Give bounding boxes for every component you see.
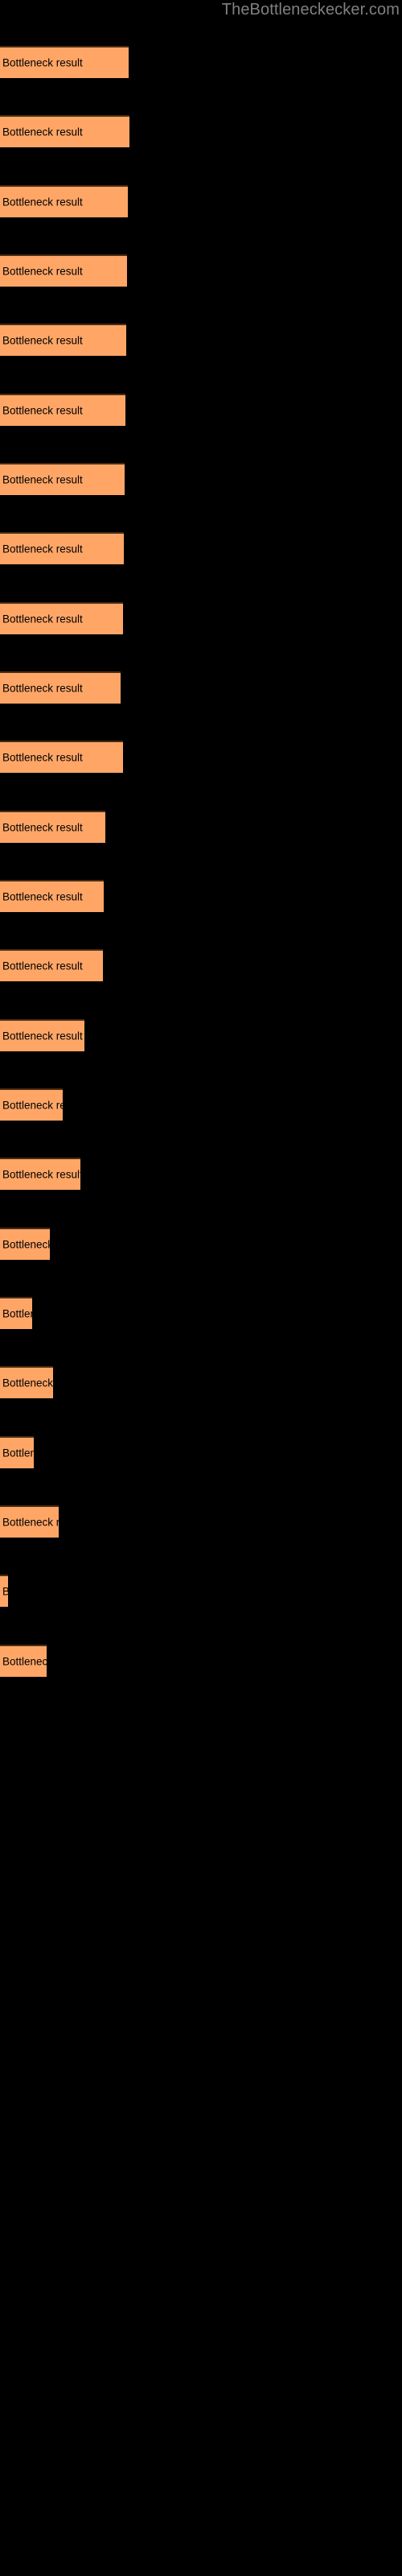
bar-row: Bottleneck result [0, 1158, 80, 1190]
bar-label: Bottleneck result [2, 890, 83, 903]
bar-row: Bottleneck result [0, 1297, 32, 1329]
result-bar[interactable]: Bottleneck result [0, 1645, 47, 1677]
bar-clip: Bottleneck result [0, 1366, 53, 1398]
result-bar[interactable]: Bottleneck result [0, 1575, 8, 1607]
result-bar[interactable]: Bottleneck result [0, 602, 123, 634]
bar-label: Bottleneck result [2, 543, 83, 555]
bar-row: Bottleneck result [0, 532, 124, 564]
result-bar[interactable]: Bottleneck result [0, 1297, 32, 1329]
bar-row: Bottleneck result [0, 115, 129, 147]
bar-row: Bottleneck result [0, 880, 104, 912]
bar-row: Bottleneck result [0, 324, 126, 356]
bar-clip: Bottleneck result [0, 1297, 32, 1329]
result-bar[interactable]: Bottleneck result [0, 1436, 34, 1468]
result-bar[interactable]: Bottleneck result [0, 394, 125, 426]
result-bar[interactable]: Bottleneck result [0, 115, 129, 147]
bar-label: Bottleneck result [2, 682, 83, 695]
result-bar[interactable]: Bottleneck result [0, 185, 128, 217]
bar-clip: Bottleneck result [0, 1228, 50, 1260]
bar-clip: Bottleneck result [0, 1019, 84, 1051]
result-bar[interactable]: Bottleneck result [0, 254, 127, 287]
result-bar[interactable]: Bottleneck result [0, 324, 126, 356]
result-bar[interactable]: Bottleneck result [0, 1505, 59, 1538]
result-bar[interactable]: Bottleneck result [0, 46, 129, 78]
bar-label: Bottleneck result [2, 1307, 32, 1320]
bar-label: Bottleneck result [2, 1099, 63, 1112]
bar-clip: Bottleneck result [0, 949, 103, 981]
bar-row: Bottleneck result [0, 1088, 63, 1121]
bar-row: Bottleneck result [0, 254, 127, 287]
bar-label: Bottleneck result [2, 56, 83, 69]
bar-clip: Bottleneck result [0, 880, 104, 912]
bar-clip: Bottleneck result [0, 115, 129, 147]
bar-label: Bottleneck result [2, 1585, 8, 1598]
bar-clip: Bottleneck result [0, 741, 123, 773]
bar-row: Bottleneck result [0, 1436, 34, 1468]
bar-row: Bottleneck result [0, 463, 125, 495]
bar-label: Bottleneck result [2, 1030, 83, 1042]
bar-label: Bottleneck result [2, 751, 83, 764]
bar-label: Bottleneck result [2, 613, 83, 625]
bar-label: Bottleneck result [2, 1516, 59, 1529]
result-bar[interactable]: Bottleneck result [0, 1019, 84, 1051]
bottleneck-results-chart: Bottleneck result Bottleneck result Bottle… [0, 0, 402, 2576]
bar-clip: Bottleneck result [0, 254, 127, 287]
bar-label: Bottleneck result [2, 334, 83, 347]
bar-label: Bottleneck result [2, 1447, 34, 1459]
result-bar[interactable]: Bottleneck result [0, 532, 124, 564]
bar-row: Bottleneck result [0, 1366, 53, 1398]
bar-label: Bottleneck result [2, 1238, 50, 1251]
result-bar[interactable]: Bottleneck result [0, 1158, 80, 1190]
bar-clip: Bottleneck result [0, 1436, 34, 1468]
bar-row: Bottleneck result [0, 949, 103, 981]
result-bar[interactable]: Bottleneck result [0, 1366, 53, 1398]
result-bar[interactable]: Bottleneck result [0, 671, 121, 704]
bar-clip: Bottleneck result [0, 1645, 47, 1677]
bar-row: Bottleneck result [0, 1505, 59, 1538]
bar-label: Bottleneck result [2, 960, 83, 972]
bar-row: Bottleneck result [0, 741, 123, 773]
bar-row: Bottleneck result [0, 185, 128, 217]
bar-row: Bottleneck result [0, 671, 121, 704]
bar-row: Bottleneck result [0, 1645, 47, 1677]
bar-clip: Bottleneck result [0, 671, 121, 704]
result-bar[interactable]: Bottleneck result [0, 811, 105, 843]
bar-row: Bottleneck result [0, 1228, 50, 1260]
bar-clip: Bottleneck result [0, 811, 105, 843]
bar-label: Bottleneck result [2, 196, 83, 208]
bar-clip: Bottleneck result [0, 1505, 59, 1538]
bar-clip: Bottleneck result [0, 1158, 80, 1190]
bar-clip: Bottleneck result [0, 532, 124, 564]
result-bar[interactable]: Bottleneck result [0, 1228, 50, 1260]
result-bar[interactable]: Bottleneck result [0, 741, 123, 773]
bar-row: Bottleneck result [0, 46, 129, 78]
bar-clip: Bottleneck result [0, 1088, 63, 1121]
bar-row: Bottleneck result [0, 1575, 8, 1607]
bar-clip: Bottleneck result [0, 1575, 8, 1607]
bar-label: Bottleneck result [2, 821, 83, 834]
bar-label: Bottleneck result [2, 404, 83, 417]
bar-label: Bottleneck result [2, 126, 83, 138]
bar-label: Bottleneck result [2, 265, 83, 278]
bar-clip: Bottleneck result [0, 602, 123, 634]
bar-label: Bottleneck result [2, 1655, 47, 1668]
bar-row: Bottleneck result [0, 602, 123, 634]
result-bar[interactable]: Bottleneck result [0, 949, 103, 981]
bar-row: Bottleneck result [0, 1019, 84, 1051]
result-bar[interactable]: Bottleneck result [0, 880, 104, 912]
bar-clip: Bottleneck result [0, 463, 125, 495]
result-bar[interactable]: Bottleneck result [0, 1088, 63, 1121]
result-bar[interactable]: Bottleneck result [0, 463, 125, 495]
bar-label: Bottleneck result [2, 473, 83, 486]
bar-label: Bottleneck result [2, 1377, 53, 1389]
bar-clip: Bottleneck result [0, 185, 128, 217]
bar-label: Bottleneck result [2, 1168, 80, 1181]
bar-clip: Bottleneck result [0, 46, 129, 78]
bar-row: Bottleneck result [0, 394, 125, 426]
bar-clip: Bottleneck result [0, 324, 126, 356]
bar-clip: Bottleneck result [0, 394, 125, 426]
bar-row: Bottleneck result [0, 811, 105, 843]
